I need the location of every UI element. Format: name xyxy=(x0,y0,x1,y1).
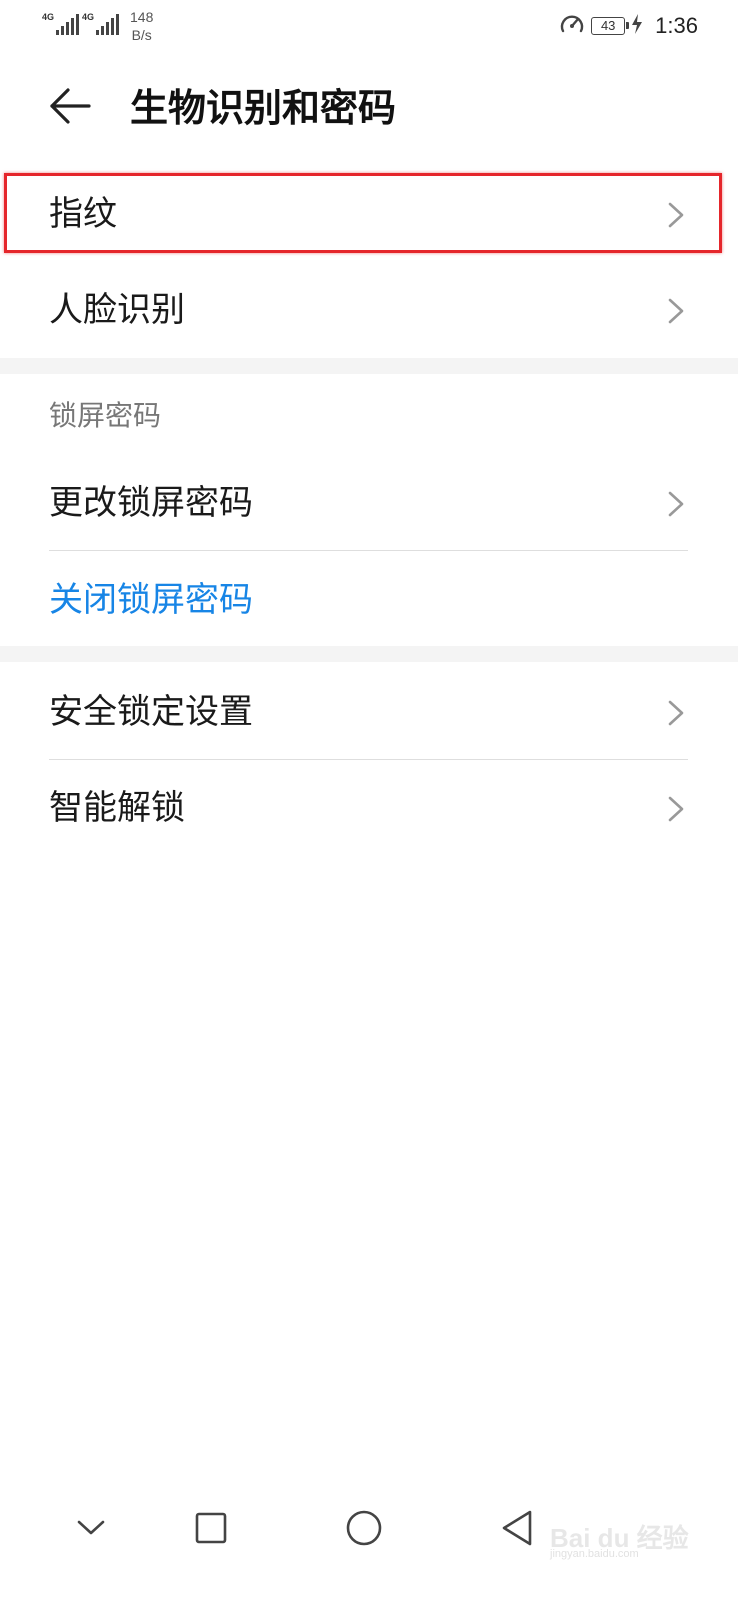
disable-lock-password-label: 关闭锁屏密码 xyxy=(49,580,253,620)
back-nav-button[interactable] xyxy=(492,1505,542,1555)
watermark-url: jingyan.baidu.com xyxy=(550,1548,639,1560)
face-recognition-item[interactable]: 人脸识别 xyxy=(0,262,738,358)
back-button[interactable] xyxy=(40,80,100,136)
chevron-right-icon xyxy=(666,700,686,726)
page-title: 生物识别和密码 xyxy=(130,86,397,130)
circle-icon xyxy=(345,1509,383,1551)
section-divider xyxy=(0,358,738,374)
security-lock-settings-label: 安全锁定设置 xyxy=(49,692,253,732)
triangle-back-icon xyxy=(500,1509,534,1551)
security-lock-settings-item[interactable]: 安全锁定设置 xyxy=(0,664,738,760)
battery-icon: 43 xyxy=(591,17,630,35)
chevron-right-icon xyxy=(666,491,686,517)
chevron-right-icon xyxy=(666,298,686,324)
chevron-right-icon xyxy=(666,202,686,228)
fingerprint-item[interactable]: 指纹 xyxy=(0,166,738,262)
smart-unlock-label: 智能解锁 xyxy=(49,788,185,828)
home-button[interactable] xyxy=(339,1505,389,1555)
status-time: 1:36 xyxy=(655,13,698,38)
disable-lock-password-item[interactable]: 关闭锁屏密码 xyxy=(0,552,738,648)
recents-button[interactable] xyxy=(186,1505,236,1555)
network-speed: 148 B/s xyxy=(130,8,153,44)
row-divider xyxy=(49,550,688,551)
change-lock-password-label: 更改锁屏密码 xyxy=(49,483,253,523)
collapse-nav-button[interactable] xyxy=(66,1505,116,1555)
change-lock-password-item[interactable]: 更改锁屏密码 xyxy=(0,455,738,551)
section-divider xyxy=(0,646,738,662)
network-speed-value: 148 xyxy=(130,9,154,25)
baidu-watermark-logo: Bai du 经验 jingyan.baidu.com xyxy=(550,1500,700,1560)
speedometer-icon xyxy=(559,12,585,40)
charging-bolt-icon xyxy=(631,14,643,38)
smart-unlock-item[interactable]: 智能解锁 xyxy=(0,760,738,856)
status-bar: 4G 4G 148 B/s 43 1:36 xyxy=(0,0,738,56)
face-recognition-label: 人脸识别 xyxy=(49,290,185,330)
square-icon xyxy=(194,1511,228,1549)
lock-screen-section-header: 锁屏密码 xyxy=(49,399,162,432)
page-header: 生物识别和密码 xyxy=(0,60,738,156)
network-speed-unit: B/s xyxy=(131,27,152,43)
fingerprint-label: 指纹 xyxy=(49,194,117,234)
network-type-label-2: 4G xyxy=(82,12,95,22)
chevron-right-icon xyxy=(666,796,686,822)
arrow-left-icon xyxy=(49,88,91,128)
status-right-group: 43 1:36 xyxy=(559,12,698,40)
network-type-label-1: 4G xyxy=(42,12,55,22)
chevron-down-icon xyxy=(76,1518,106,1542)
